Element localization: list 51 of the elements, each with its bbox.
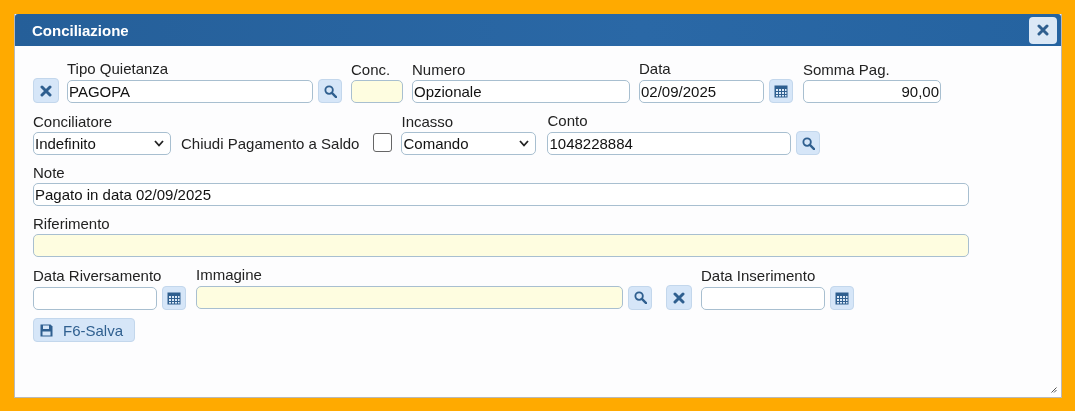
clear-icon (673, 291, 685, 304)
checkbox-label: Chiudi Pagamento a Saldo (181, 134, 360, 154)
search-icon (323, 84, 337, 98)
search-icon (633, 291, 647, 304)
conto-field[interactable]: 1048228884 (547, 131, 792, 155)
numero-field[interactable]: Opzionale (412, 80, 630, 103)
field-label: Tipo Quietanza (67, 59, 170, 79)
date-field[interactable] (33, 286, 157, 310)
field-label: Data Inserimento (701, 266, 817, 286)
incasso-select[interactable]: Comando (401, 132, 537, 155)
clear-button[interactable] (33, 78, 59, 103)
search-icon (801, 136, 815, 150)
immagine-field[interactable] (196, 286, 623, 309)
field-label: Data (639, 59, 672, 79)
field-label: Incasso (401, 112, 455, 132)
date-field[interactable] (701, 286, 825, 310)
calendar-button[interactable] (769, 79, 793, 103)
save-button[interactable]: F6-Salva (33, 318, 136, 342)
conciliatore-select[interactable]: Indefinito (33, 132, 171, 155)
conc-field[interactable] (351, 80, 403, 103)
field-label: Data Riversamento (33, 266, 163, 286)
calendar-button[interactable] (830, 286, 854, 310)
search-button[interactable] (318, 79, 342, 103)
resize-grip-icon[interactable] (1051, 387, 1057, 393)
date-field[interactable]: 02/09/2025 (639, 79, 764, 103)
search-button[interactable] (628, 285, 652, 310)
search-button[interactable] (796, 131, 821, 155)
clear-icon (40, 84, 52, 97)
riferimento-field[interactable] (33, 234, 969, 257)
clear-button[interactable] (666, 285, 692, 310)
calendar-icon (835, 291, 849, 305)
window-title: Conciliazione (32, 21, 129, 39)
field-label: Conc. (351, 60, 392, 80)
calendar-button[interactable] (162, 286, 186, 310)
chevron-icon (154, 140, 164, 147)
close-icon (1037, 24, 1049, 36)
note-field[interactable]: Pagato in data 02/09/2025 (33, 183, 969, 206)
field-label: Somma Pag. (803, 60, 891, 80)
close-button[interactable] (1029, 16, 1057, 44)
field-label: Conto (547, 111, 589, 131)
calendar-icon (167, 291, 181, 305)
field-label: Note (33, 163, 66, 183)
tipo-quietanza-field[interactable]: PAGOPA (67, 79, 313, 103)
field-label: Riferimento (33, 214, 111, 234)
field-label: Numero (412, 60, 467, 80)
calendar-icon (774, 84, 788, 98)
field-label: Conciliatore (33, 112, 114, 132)
amount-field[interactable]: 90,00 (803, 80, 941, 103)
field-label: Immagine (196, 265, 263, 285)
checkbox[interactable] (373, 133, 393, 152)
chevron-icon (519, 140, 530, 147)
